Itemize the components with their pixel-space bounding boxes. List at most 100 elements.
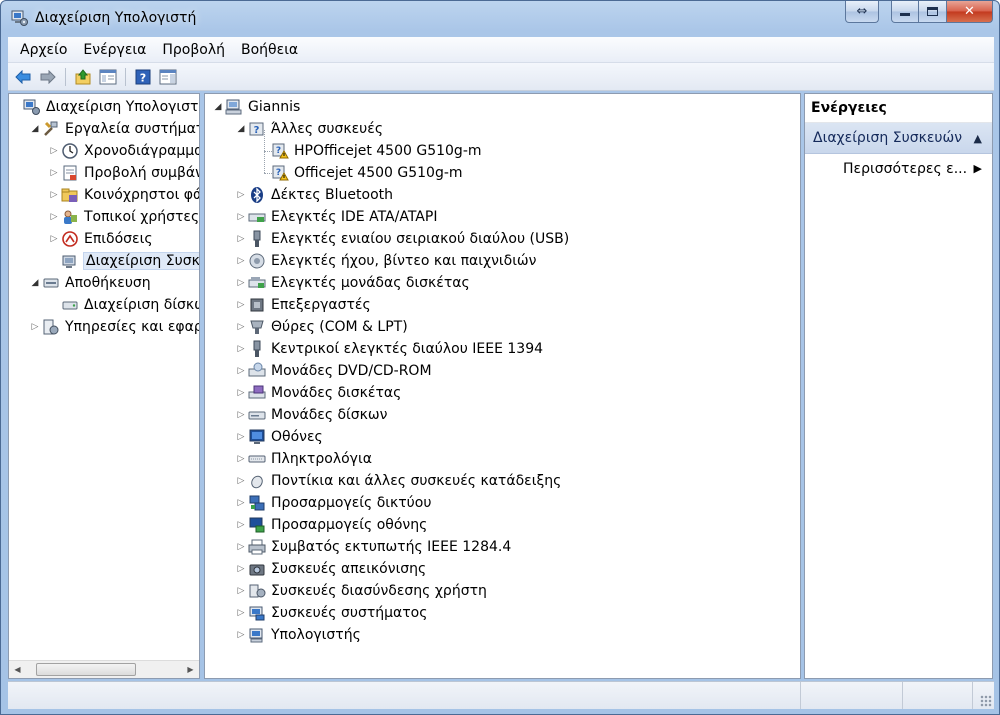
- status-cell-main: [8, 682, 801, 709]
- device-tree-item[interactable]: ▷ Μονάδες δίσκων: [234, 404, 388, 426]
- show-hide-action-pane-button[interactable]: [157, 66, 179, 88]
- scroll-left-button[interactable]: ◀: [9, 661, 26, 678]
- collapsed-triangle-icon[interactable]: ▷: [234, 360, 248, 382]
- device-tree-item[interactable]: ▷ Συσκευές συστήματος: [234, 602, 428, 624]
- console-tree-item[interactable]: ▷ Προβολή συμβάντ: [47, 162, 199, 184]
- expanded-triangle-icon[interactable]: ◢: [234, 118, 248, 140]
- collapsed-triangle-icon[interactable]: ▷: [234, 580, 248, 602]
- scroll-track[interactable]: [26, 661, 182, 678]
- collapsed-triangle-icon[interactable]: ▷: [234, 316, 248, 338]
- collapsed-triangle-icon[interactable]: ▷: [234, 624, 248, 646]
- device-tree-item[interactable]: ? Officejet 4500 G510g-m: [257, 162, 463, 184]
- resize-button[interactable]: ⇔: [845, 1, 879, 23]
- collapsed-triangle-icon[interactable]: ▷: [47, 206, 61, 228]
- device-tree-item[interactable]: ▷ Υπολογιστής: [234, 624, 361, 646]
- minimize-button[interactable]: [891, 1, 919, 23]
- menu-help[interactable]: Βοήθεια: [233, 40, 306, 60]
- device-tree-pane[interactable]: ◢ Giannis ◢? Άλλες συσκευές? HPOfficejet 450…: [204, 93, 801, 679]
- storage-icon: [42, 274, 60, 292]
- console-tree-item-label: Τοπικοί χρήστες κ: [84, 209, 200, 225]
- collapsed-triangle-icon[interactable]: ▷: [234, 514, 248, 536]
- console-tree-item[interactable]: ◢ Εργαλεία συστήματος: [28, 118, 199, 140]
- collapsed-triangle-icon[interactable]: ▷: [47, 228, 61, 250]
- device-tree-item[interactable]: ▷ Προσαρμογείς δικτύου: [234, 492, 432, 514]
- maximize-button[interactable]: [919, 1, 947, 23]
- collapsed-triangle-icon[interactable]: ▷: [234, 470, 248, 492]
- collapsed-triangle-icon[interactable]: ▷: [234, 228, 248, 250]
- collapsed-triangle-icon[interactable]: ▷: [234, 338, 248, 360]
- console-tree-item[interactable]: ▷ Κοινόχρηστοι φάκ: [47, 184, 199, 206]
- collapsed-triangle-icon[interactable]: ▷: [234, 602, 248, 624]
- show-hide-tree-button[interactable]: [97, 66, 119, 88]
- device-tree-item[interactable]: ▷ Ελεγκτές ήχου, βίντεο και παιχνιδιών: [234, 250, 537, 272]
- console-tree-item[interactable]: Διαχείριση δίσκων: [47, 294, 199, 316]
- collapsed-triangle-icon[interactable]: ▷: [47, 184, 61, 206]
- forward-button[interactable]: [37, 66, 59, 88]
- computer-icon: [225, 98, 243, 116]
- device-tree-item[interactable]: ▷ Ελεγκτές IDE ATA/ATAPI: [234, 206, 438, 228]
- device-tree-item-label: Θύρες (COM & LPT): [271, 319, 408, 335]
- menu-action[interactable]: Ενέργεια: [75, 40, 154, 60]
- collapsed-triangle-icon[interactable]: ▷: [47, 162, 61, 184]
- device-tree-item[interactable]: ▷ Μονάδες δισκέτας: [234, 382, 402, 404]
- collapsed-triangle-icon[interactable]: ▷: [234, 272, 248, 294]
- device-tree-item[interactable]: ▷ Θύρες (COM & LPT): [234, 316, 408, 338]
- title-bar[interactable]: Διαχείριση Υπολογιστή ⇔ ✕: [1, 1, 999, 37]
- collapsed-triangle-icon[interactable]: ▷: [47, 140, 61, 162]
- console-tree-item[interactable]: ▷ Τοπικοί χρήστες κ: [47, 206, 200, 228]
- system-tools-icon: [42, 120, 60, 138]
- network-adapter-icon: [248, 494, 266, 512]
- device-tree-item[interactable]: ◢ Giannis: [211, 96, 301, 118]
- resize-grip-icon[interactable]: [980, 695, 992, 707]
- console-tree-pane[interactable]: Διαχείριση Υπολογιστή (◢Εργαλεία συστήμα…: [8, 93, 200, 679]
- collapsed-triangle-icon[interactable]: ▷: [234, 492, 248, 514]
- actions-item-more-actions[interactable]: Περισσότερες ε... ▶: [805, 154, 992, 183]
- scroll-right-button[interactable]: ▶: [182, 661, 199, 678]
- device-tree-item[interactable]: ▷ Κεντρικοί ελεγκτές διαύλου IEEE 1394: [234, 338, 543, 360]
- expanded-triangle-icon[interactable]: ◢: [28, 272, 42, 294]
- close-button[interactable]: ✕: [947, 1, 993, 23]
- collapsed-triangle-icon[interactable]: ▷: [234, 558, 248, 580]
- collapsed-triangle-icon[interactable]: ▷: [234, 382, 248, 404]
- device-tree-item[interactable]: ▷ Ελεγκτές ενιαίου σειριακού διαύλου (USB…: [234, 228, 569, 250]
- device-tree-item[interactable]: ▷ Συμβατός εκτυπωτής IEEE 1284.4: [234, 536, 512, 558]
- device-tree-item[interactable]: ▷ Μονάδες DVD/CD-ROM: [234, 360, 432, 382]
- console-tree-item[interactable]: ▷ Υπηρεσίες και εφαρμ: [28, 316, 199, 338]
- device-tree-item[interactable]: ▷ Συσκευές απεικόνισης: [234, 558, 427, 580]
- device-tree-item[interactable]: ▷ Προσαρμογείς οθόνης: [234, 514, 428, 536]
- device-tree-item-label: Οθόνες: [271, 429, 323, 445]
- back-button[interactable]: [12, 66, 34, 88]
- collapsed-triangle-icon[interactable]: ▷: [234, 426, 248, 448]
- device-tree-item[interactable]: ▷ Ελεγκτές μονάδας δισκέτας: [234, 272, 470, 294]
- collapsed-triangle-icon[interactable]: ▷: [28, 316, 42, 338]
- help-button[interactable]: ?: [132, 66, 154, 88]
- menu-view[interactable]: Προβολή: [154, 40, 233, 60]
- collapsed-triangle-icon[interactable]: ▷: [234, 448, 248, 470]
- collapsed-triangle-icon[interactable]: ▷: [234, 536, 248, 558]
- actions-section-device-manager[interactable]: Διαχείριση Συσκευών ▲: [805, 123, 992, 154]
- scroll-thumb[interactable]: [36, 663, 136, 676]
- console-tree-item[interactable]: Διαχείριση Συσκευ: [47, 250, 199, 272]
- collapsed-triangle-icon[interactable]: ▷: [234, 184, 248, 206]
- collapsed-triangle-icon[interactable]: ▷: [234, 294, 248, 316]
- console-tree-item[interactable]: ▷ Επιδόσεις: [47, 228, 153, 250]
- device-tree-item[interactable]: ? HPOfficejet 4500 G510g-m: [257, 140, 482, 162]
- device-tree-item[interactable]: ▷ Οθόνες: [234, 426, 323, 448]
- device-tree-item[interactable]: ▷ Επεξεργαστές: [234, 294, 371, 316]
- console-tree-item[interactable]: ▷ Χρονοδιάγραμμα ε: [47, 140, 199, 162]
- collapsed-triangle-icon[interactable]: ▷: [234, 250, 248, 272]
- up-one-level-button[interactable]: [72, 66, 94, 88]
- horizontal-scrollbar[interactable]: ◀ ▶: [9, 660, 199, 678]
- device-tree-item[interactable]: ▷ Δέκτες Bluetooth: [234, 184, 393, 206]
- device-tree-item[interactable]: ▷ Ποντίκια και άλλες συσκευές κατάδειξης: [234, 470, 562, 492]
- console-tree-item[interactable]: ◢ Αποθήκευση: [28, 272, 151, 294]
- console-tree-item[interactable]: Διαχείριση Υπολογιστή (: [9, 96, 199, 118]
- device-tree-item[interactable]: ▷ Συσκευές διασύνδεσης χρήστη: [234, 580, 487, 602]
- device-tree-item[interactable]: ▷ Πληκτρολόγια: [234, 448, 372, 470]
- expanded-triangle-icon[interactable]: ◢: [28, 118, 42, 140]
- device-tree-item[interactable]: ◢? Άλλες συσκευές: [234, 118, 384, 140]
- menu-file[interactable]: Αρχείο: [12, 40, 75, 60]
- collapsed-triangle-icon[interactable]: ▷: [234, 404, 248, 426]
- expanded-triangle-icon[interactable]: ◢: [211, 96, 225, 118]
- collapsed-triangle-icon[interactable]: ▷: [234, 206, 248, 228]
